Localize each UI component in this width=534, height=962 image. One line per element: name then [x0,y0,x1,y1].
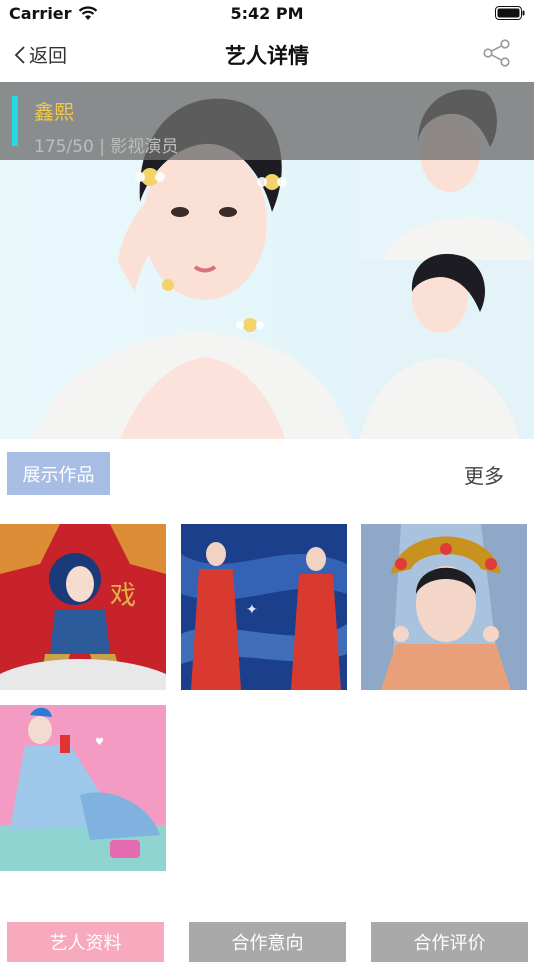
more-link[interactable]: 更多 [464,460,504,489]
artist-profile-label: 艺人资料 [49,933,122,954]
cooperation-review-label: 合作评价 [413,933,486,954]
work-thumbnail-4[interactable]: ♥ [0,705,166,871]
cooperation-review-button[interactable]: 合作评价 [371,922,528,962]
battery-icon [495,6,525,20]
accent-bar [12,96,18,146]
share-icon[interactable] [482,38,512,68]
cooperation-intent-button[interactable]: 合作意向 [189,922,346,962]
works-tab[interactable]: 展示作品 [7,452,110,495]
clock: 5:42 PM [230,4,304,23]
work-thumbnail-1[interactable]: 戏 [0,524,166,690]
page-title: 艺人详情 [225,44,309,68]
artist-name: 鑫熙 [34,100,74,124]
svg-text:戏: 戏 [110,581,136,611]
artist-info-overlay: 鑫熙 175/50 | 影视演员 [0,82,534,160]
artist-profile-button[interactable]: 艺人资料 [7,922,164,962]
bottom-action-bar: 艺人资料 合作意向 合作评价 [0,922,534,962]
work-thumbnail-2[interactable]: ✦ [181,524,347,690]
svg-text:♥: ♥ [95,737,104,748]
artist-meta: 175/50 | 影视演员 [34,137,179,157]
status-bar: Carrier 5:42 PM [0,0,534,28]
artist-hero-photo: 鑫熙 175/50 | 影视演员 [0,82,534,439]
svg-text:✦: ✦ [246,602,258,618]
cooperation-intent-label: 合作意向 [231,933,304,954]
work-thumbnail-3[interactable] [361,524,527,690]
nav-bar: 返回 艺人详情 [0,28,534,82]
works-section-header: 展示作品 更多 [0,448,534,498]
